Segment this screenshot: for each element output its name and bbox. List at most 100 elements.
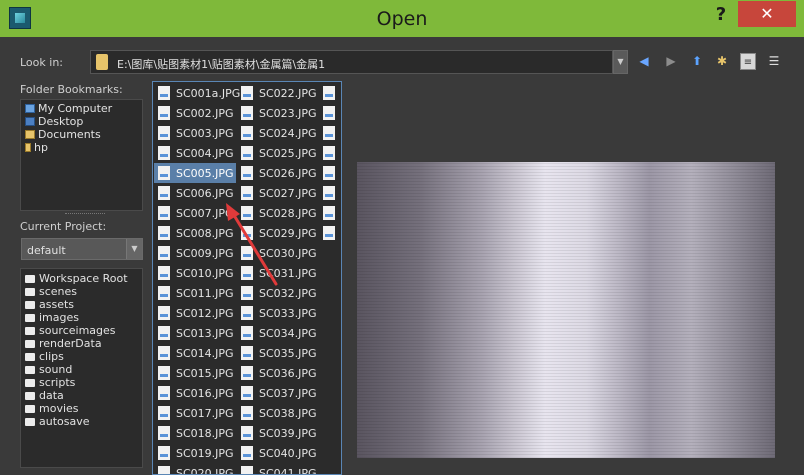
file-item[interactable]: SC023.JPG bbox=[237, 103, 319, 123]
file-name: SC007.JPG bbox=[176, 206, 234, 220]
tree-item-clips[interactable]: clips bbox=[21, 350, 142, 363]
file-item[interactable]: SC032.JPG bbox=[237, 283, 319, 303]
file-item[interactable]: SC025.JPG bbox=[237, 143, 319, 163]
file-item[interactable]: S bbox=[319, 163, 339, 183]
file-item[interactable]: SC040.JPG bbox=[237, 443, 319, 463]
file-item[interactable]: SC008.JPG bbox=[154, 223, 236, 243]
file-item[interactable]: SC037.JPG bbox=[237, 383, 319, 403]
file-item[interactable]: SC013.JPG bbox=[154, 323, 236, 343]
file-item[interactable]: SC039.JPG bbox=[237, 423, 319, 443]
tree-item-autosave[interactable]: autosave bbox=[21, 415, 142, 428]
file-item[interactable]: SC004.JPG bbox=[154, 143, 236, 163]
tree-item-sourceimages[interactable]: sourceimages bbox=[21, 324, 142, 337]
folder-icon bbox=[25, 313, 35, 322]
computer-icon bbox=[25, 104, 35, 113]
image-file-icon bbox=[241, 426, 253, 440]
forward-arrow-icon[interactable]: ▶ bbox=[663, 53, 679, 70]
file-item[interactable]: SC036.JPG bbox=[237, 363, 319, 383]
back-arrow-icon[interactable]: ◀ bbox=[636, 53, 652, 70]
close-button[interactable]: ✕ bbox=[738, 1, 796, 27]
file-item[interactable]: SC006.JPG bbox=[154, 183, 236, 203]
file-item[interactable]: SC027.JPG bbox=[237, 183, 319, 203]
chevron-down-icon[interactable]: ▼ bbox=[126, 239, 142, 259]
file-item[interactable]: SC007.JPG bbox=[154, 203, 236, 223]
tree-item-assets[interactable]: assets bbox=[21, 298, 142, 311]
image-file-icon bbox=[323, 126, 335, 140]
file-name: SC037.JPG bbox=[259, 386, 317, 400]
image-file-icon bbox=[158, 226, 170, 240]
file-name: SC023.JPG bbox=[259, 106, 317, 120]
path-dropdown-button[interactable]: ▼ bbox=[613, 50, 628, 74]
file-item[interactable]: SC017.JPG bbox=[154, 403, 236, 423]
file-item[interactable]: SC002.JPG bbox=[154, 103, 236, 123]
file-item[interactable]: SC014.JPG bbox=[154, 343, 236, 363]
file-item[interactable]: SC029.JPG bbox=[237, 223, 319, 243]
file-item[interactable]: SC026.JPG bbox=[237, 163, 319, 183]
file-item[interactable]: SC003.JPG bbox=[154, 123, 236, 143]
up-folder-icon[interactable]: ⬆ bbox=[689, 53, 705, 70]
new-folder-icon[interactable]: ✱ bbox=[714, 53, 730, 70]
file-name: SC036.JPG bbox=[259, 366, 317, 380]
file-item[interactable]: S bbox=[319, 203, 339, 223]
file-item[interactable]: S bbox=[319, 143, 339, 163]
list-view-icon[interactable]: ☰ bbox=[766, 53, 782, 70]
file-item[interactable]: SC028.JPG bbox=[237, 203, 319, 223]
file-item[interactable]: SC016.JPG bbox=[154, 383, 236, 403]
tree-item-images[interactable]: images bbox=[21, 311, 142, 324]
image-file-icon bbox=[241, 326, 253, 340]
file-name: SC032.JPG bbox=[259, 286, 317, 300]
file-item[interactable]: SC005.JPG bbox=[154, 163, 236, 183]
image-file-icon bbox=[241, 346, 253, 360]
file-name: SC001a.JPG bbox=[176, 86, 241, 100]
file-item[interactable]: SC041.JPG bbox=[237, 463, 319, 474]
file-name: SC038.JPG bbox=[259, 406, 317, 420]
tree-item-workspace-root[interactable]: Workspace Root bbox=[21, 272, 142, 285]
file-name: SC018.JPG bbox=[176, 426, 234, 440]
file-name: S bbox=[341, 87, 342, 100]
file-item[interactable]: SC031.JPG bbox=[237, 263, 319, 283]
file-list[interactable]: SC001a.JPG SC002.JPG SC003.JPG SC004.JPG SC0… bbox=[152, 81, 342, 475]
look-in-path-field[interactable]: E:\图库\贴图素材1\贴图素材\金属篇\金属1 bbox=[90, 50, 613, 74]
tree-item-movies[interactable]: movies bbox=[21, 402, 142, 415]
file-item[interactable]: S bbox=[319, 123, 339, 143]
bookmark-documents[interactable]: Documents bbox=[21, 128, 142, 141]
file-item[interactable]: S bbox=[319, 223, 339, 243]
file-item[interactable]: SC018.JPG bbox=[154, 423, 236, 443]
image-file-icon bbox=[241, 266, 253, 280]
file-item[interactable]: SC010.JPG bbox=[154, 263, 236, 283]
help-button[interactable]: ? bbox=[710, 4, 732, 28]
file-item[interactable]: SC033.JPG bbox=[237, 303, 319, 323]
file-item[interactable]: SC035.JPG bbox=[237, 343, 319, 363]
file-item[interactable]: SC012.JPG bbox=[154, 303, 236, 323]
detail-view-icon[interactable]: ≡ bbox=[740, 53, 756, 70]
tree-item-sound[interactable]: sound bbox=[21, 363, 142, 376]
pane-splitter[interactable] bbox=[65, 213, 105, 216]
file-item[interactable]: SC024.JPG bbox=[237, 123, 319, 143]
file-item[interactable]: SC019.JPG bbox=[154, 443, 236, 463]
file-item[interactable]: SC030.JPG bbox=[237, 243, 319, 263]
file-item[interactable]: SC001a.JPG bbox=[154, 83, 240, 103]
file-item[interactable]: S bbox=[319, 83, 339, 103]
image-file-icon bbox=[241, 246, 253, 260]
tree-item-data[interactable]: data bbox=[21, 389, 142, 402]
file-item[interactable]: SC020.JPG bbox=[154, 463, 236, 474]
bookmark-my-computer[interactable]: My Computer bbox=[21, 102, 142, 115]
current-project-select[interactable]: default ▼ bbox=[21, 238, 143, 260]
bookmark-desktop[interactable]: Desktop bbox=[21, 115, 142, 128]
bookmark-hp[interactable]: hp bbox=[21, 141, 142, 154]
file-name: SC033.JPG bbox=[259, 306, 317, 320]
file-item[interactable]: SC038.JPG bbox=[237, 403, 319, 423]
folder-bookmarks-list: My Computer Desktop Documents hp bbox=[20, 99, 143, 211]
file-item[interactable]: SC022.JPG bbox=[237, 83, 319, 103]
file-item[interactable]: SC015.JPG bbox=[154, 363, 236, 383]
file-item[interactable]: SC011.JPG bbox=[154, 283, 236, 303]
file-item[interactable]: SC034.JPG bbox=[237, 323, 319, 343]
tree-item-scenes[interactable]: scenes bbox=[21, 285, 142, 298]
file-item[interactable]: S bbox=[319, 103, 339, 123]
file-item[interactable]: S bbox=[319, 183, 339, 203]
tree-item-scripts[interactable]: scripts bbox=[21, 376, 142, 389]
folder-icon bbox=[25, 326, 35, 335]
folder-icon bbox=[25, 287, 35, 296]
tree-item-renderdata[interactable]: renderData bbox=[21, 337, 142, 350]
file-item[interactable]: SC009.JPG bbox=[154, 243, 236, 263]
